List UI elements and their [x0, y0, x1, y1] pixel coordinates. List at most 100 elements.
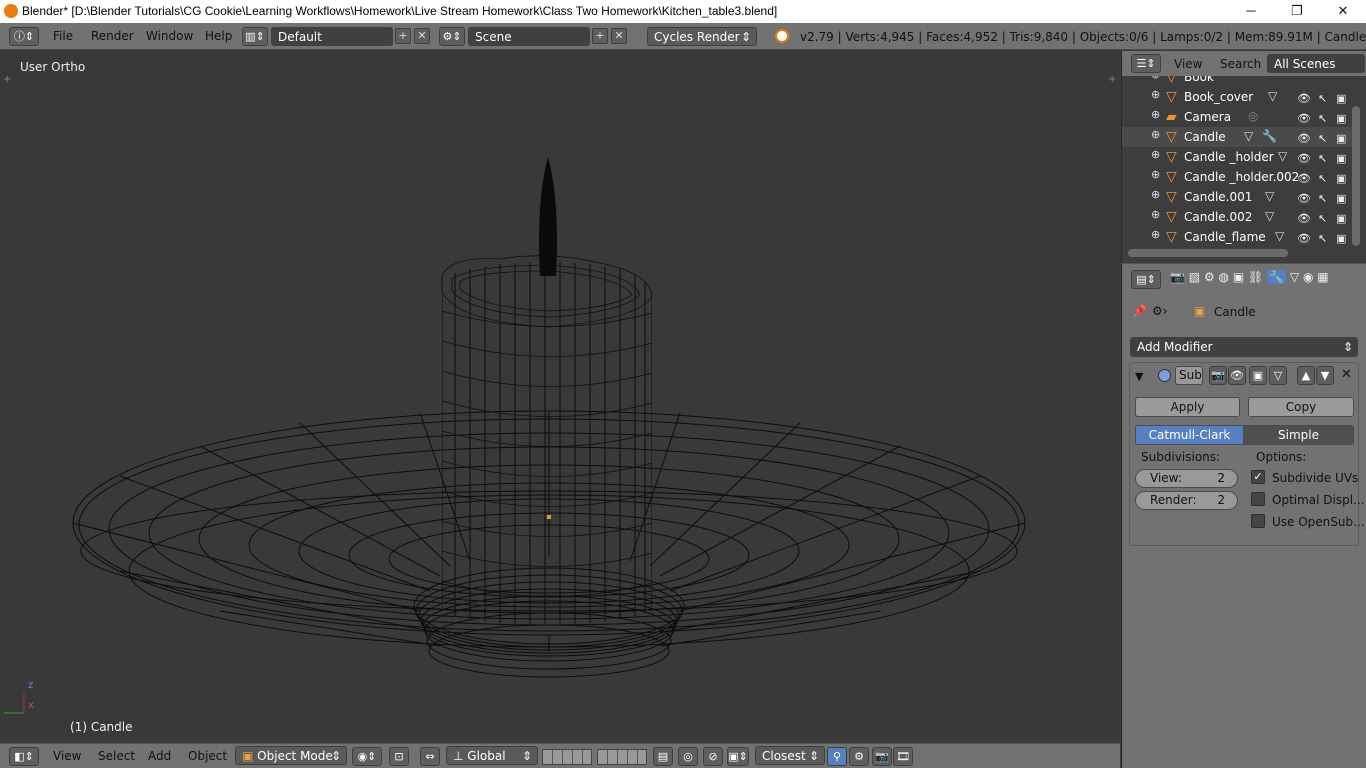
- expand-icon[interactable]: ⊕: [1151, 109, 1162, 121]
- render-levels-field[interactable]: Render: 2: [1135, 491, 1238, 510]
- scene-tab-icon[interactable]: ⚙: [1204, 270, 1215, 284]
- editmode-toggle-icon[interactable]: ▣: [1249, 366, 1267, 385]
- view-levels-field[interactable]: View: 2: [1135, 469, 1238, 488]
- add-screen-button[interactable]: +: [395, 28, 411, 44]
- menu-object[interactable]: Object: [188, 749, 227, 763]
- expand-icon[interactable]: ⊕: [1151, 129, 1162, 141]
- move-down-icon[interactable]: ▼: [1316, 366, 1334, 385]
- scene-dropdown[interactable]: Scene: [468, 27, 590, 46]
- menu-window[interactable]: Window: [146, 29, 193, 43]
- expand-icon[interactable]: ⊕: [1151, 229, 1162, 241]
- pin-icon[interactable]: 📌: [1132, 304, 1147, 318]
- viewport-shading-icon[interactable]: ◉⇕: [352, 747, 382, 766]
- editor-type-info-icon[interactable]: ⓘ⇕: [9, 27, 39, 46]
- mesh-object-icon: ▽: [1166, 169, 1177, 185]
- outliner-horizontal-scrollbar[interactable]: [1128, 249, 1288, 257]
- cage-toggle-icon[interactable]: ▽: [1269, 366, 1287, 385]
- 3d-viewport[interactable]: + + User Ortho z x (1) Candle: [0, 51, 1120, 743]
- expand-icon[interactable]: ⊕: [1151, 189, 1162, 201]
- mode-value: Object Mode: [257, 749, 333, 763]
- remove-screen-button[interactable]: ✕: [414, 28, 430, 44]
- pivot-point-icon[interactable]: ⊡: [389, 747, 409, 766]
- maximize-button[interactable]: ❐: [1274, 0, 1320, 23]
- remove-scene-button[interactable]: ✕: [611, 28, 627, 44]
- close-button[interactable]: ✕: [1320, 0, 1366, 23]
- outliner-menu-search[interactable]: Search: [1220, 57, 1261, 71]
- subdivide-uvs-checkbox[interactable]: ✓: [1251, 470, 1265, 484]
- simple-button[interactable]: Simple: [1243, 425, 1354, 445]
- optimal-display-checkbox[interactable]: [1251, 492, 1265, 506]
- blender-logo-icon: [775, 29, 789, 43]
- object-tab-icon[interactable]: ▣: [1233, 270, 1244, 284]
- editor-type-properties-icon[interactable]: ▤⇕: [1131, 270, 1161, 289]
- render-toggle-icon[interactable]: 📷: [1209, 366, 1227, 385]
- mesh-object-icon: ▽: [1166, 189, 1177, 205]
- editor-type-outliner-icon[interactable]: ☰⇕: [1131, 54, 1161, 73]
- opengl-render-anim-icon[interactable]: 🎞: [893, 747, 913, 766]
- screen-layout-value: Default: [278, 30, 322, 44]
- render-preview-icon[interactable]: ⚙: [849, 747, 869, 766]
- display-mode-value: All Scenes: [1274, 57, 1336, 71]
- collapse-icon[interactable]: ▼: [1135, 370, 1143, 383]
- minimize-button[interactable]: ─: [1228, 0, 1274, 23]
- expand-icon[interactable]: ⊕: [1151, 76, 1162, 81]
- menu-view[interactable]: View: [53, 749, 81, 763]
- texture-tab-icon[interactable]: ▦: [1317, 270, 1328, 284]
- render-layers-tab-icon[interactable]: ▧: [1189, 270, 1200, 284]
- scene-icon[interactable]: ⚙⇕: [439, 27, 465, 46]
- orientation-dropdown[interactable]: ⊥ Global ⇕: [446, 746, 538, 765]
- viewport-visibility-icon[interactable]: 👁: [1228, 366, 1246, 385]
- menu-select[interactable]: Select: [98, 749, 135, 763]
- snap-toggle-icon[interactable]: ⊘: [703, 747, 723, 766]
- manipulator-icon[interactable]: ⇔: [420, 747, 440, 766]
- modifiers-tab-icon[interactable]: 🔧: [1267, 270, 1287, 284]
- expand-icon[interactable]: ⊕: [1151, 209, 1162, 221]
- candle-wireframe[interactable]: [0, 51, 1120, 743]
- screen-layout-icon[interactable]: ▥⇕: [242, 27, 268, 46]
- render-engine-dropdown[interactable]: Cycles Render ⇕: [647, 27, 757, 46]
- eye-icon[interactable]: 👁 👁 👁 👁 👁 👁 👁 👁: [1297, 89, 1311, 249]
- display-mode-dropdown[interactable]: All Scenes: [1267, 54, 1365, 73]
- remove-modifier-icon[interactable]: ✕: [1341, 367, 1352, 382]
- outliner-item-label: Candle _holder: [1184, 150, 1274, 164]
- apply-button[interactable]: Apply: [1135, 397, 1240, 417]
- world-tab-icon[interactable]: ◍: [1219, 270, 1229, 284]
- render-camera-icon[interactable]: ▣ ▣ ▣ ▣ ▣ ▣ ▣ ▣: [1336, 89, 1346, 249]
- constraints-tab-icon[interactable]: ⛓: [1248, 270, 1263, 284]
- outliner-menu-view[interactable]: View: [1174, 57, 1202, 71]
- layers-grid-b[interactable]: [597, 749, 647, 765]
- menu-add[interactable]: Add: [148, 749, 171, 763]
- use-opensubdiv-checkbox[interactable]: [1251, 514, 1265, 528]
- copy-button[interactable]: Copy: [1248, 397, 1354, 417]
- add-modifier-dropdown[interactable]: Add Modifier ⇕: [1130, 337, 1358, 357]
- expand-icon[interactable]: ⊕: [1151, 149, 1162, 161]
- editor-type-3d-view-icon[interactable]: ◧⇕: [9, 747, 39, 766]
- proportional-edit-icon[interactable]: ◎: [678, 747, 698, 766]
- optimal-display-label: Optimal Displ...: [1272, 493, 1365, 507]
- transform-orientation-icon: ⊥: [453, 749, 464, 763]
- layers-grid-a[interactable]: [542, 749, 592, 765]
- move-up-icon[interactable]: ▲: [1297, 366, 1315, 385]
- screen-layout-dropdown[interactable]: Default: [271, 27, 393, 46]
- menu-file[interactable]: File: [53, 29, 73, 43]
- outliner-vertical-scrollbar[interactable]: [1352, 106, 1360, 246]
- subsurf-modifier-icon: [1158, 369, 1171, 382]
- snap-align-icon[interactable]: ⚲: [827, 747, 847, 766]
- menu-help[interactable]: Help: [205, 29, 232, 43]
- snap-target-dropdown[interactable]: Closest ⇕: [755, 746, 825, 765]
- snap-element-icon[interactable]: ▣⇕: [727, 747, 749, 766]
- add-scene-button[interactable]: +: [592, 28, 608, 44]
- modifier-name-field[interactable]: Sub: [1175, 366, 1203, 385]
- render-tab-icon[interactable]: 📷: [1170, 270, 1185, 284]
- data-tab-icon[interactable]: ▽: [1290, 270, 1299, 284]
- expand-icon[interactable]: ⊕: [1151, 169, 1162, 181]
- cursor-select-icon[interactable]: ↖ ↖ ↖ ↖ ↖ ↖ ↖ ↖: [1318, 89, 1327, 249]
- mode-dropdown[interactable]: ▣ Object Mode ⇕: [235, 746, 347, 765]
- material-tab-icon[interactable]: ◉: [1303, 270, 1313, 284]
- expand-icon[interactable]: ⊕: [1151, 89, 1162, 101]
- chevron-updown-icon: ⇕: [740, 30, 751, 44]
- layer-lock-icon[interactable]: ▤: [653, 747, 673, 766]
- opengl-render-icon[interactable]: 📷: [872, 747, 892, 766]
- catmull-clark-button[interactable]: Catmull-Clark: [1135, 425, 1244, 445]
- menu-render[interactable]: Render: [91, 29, 134, 43]
